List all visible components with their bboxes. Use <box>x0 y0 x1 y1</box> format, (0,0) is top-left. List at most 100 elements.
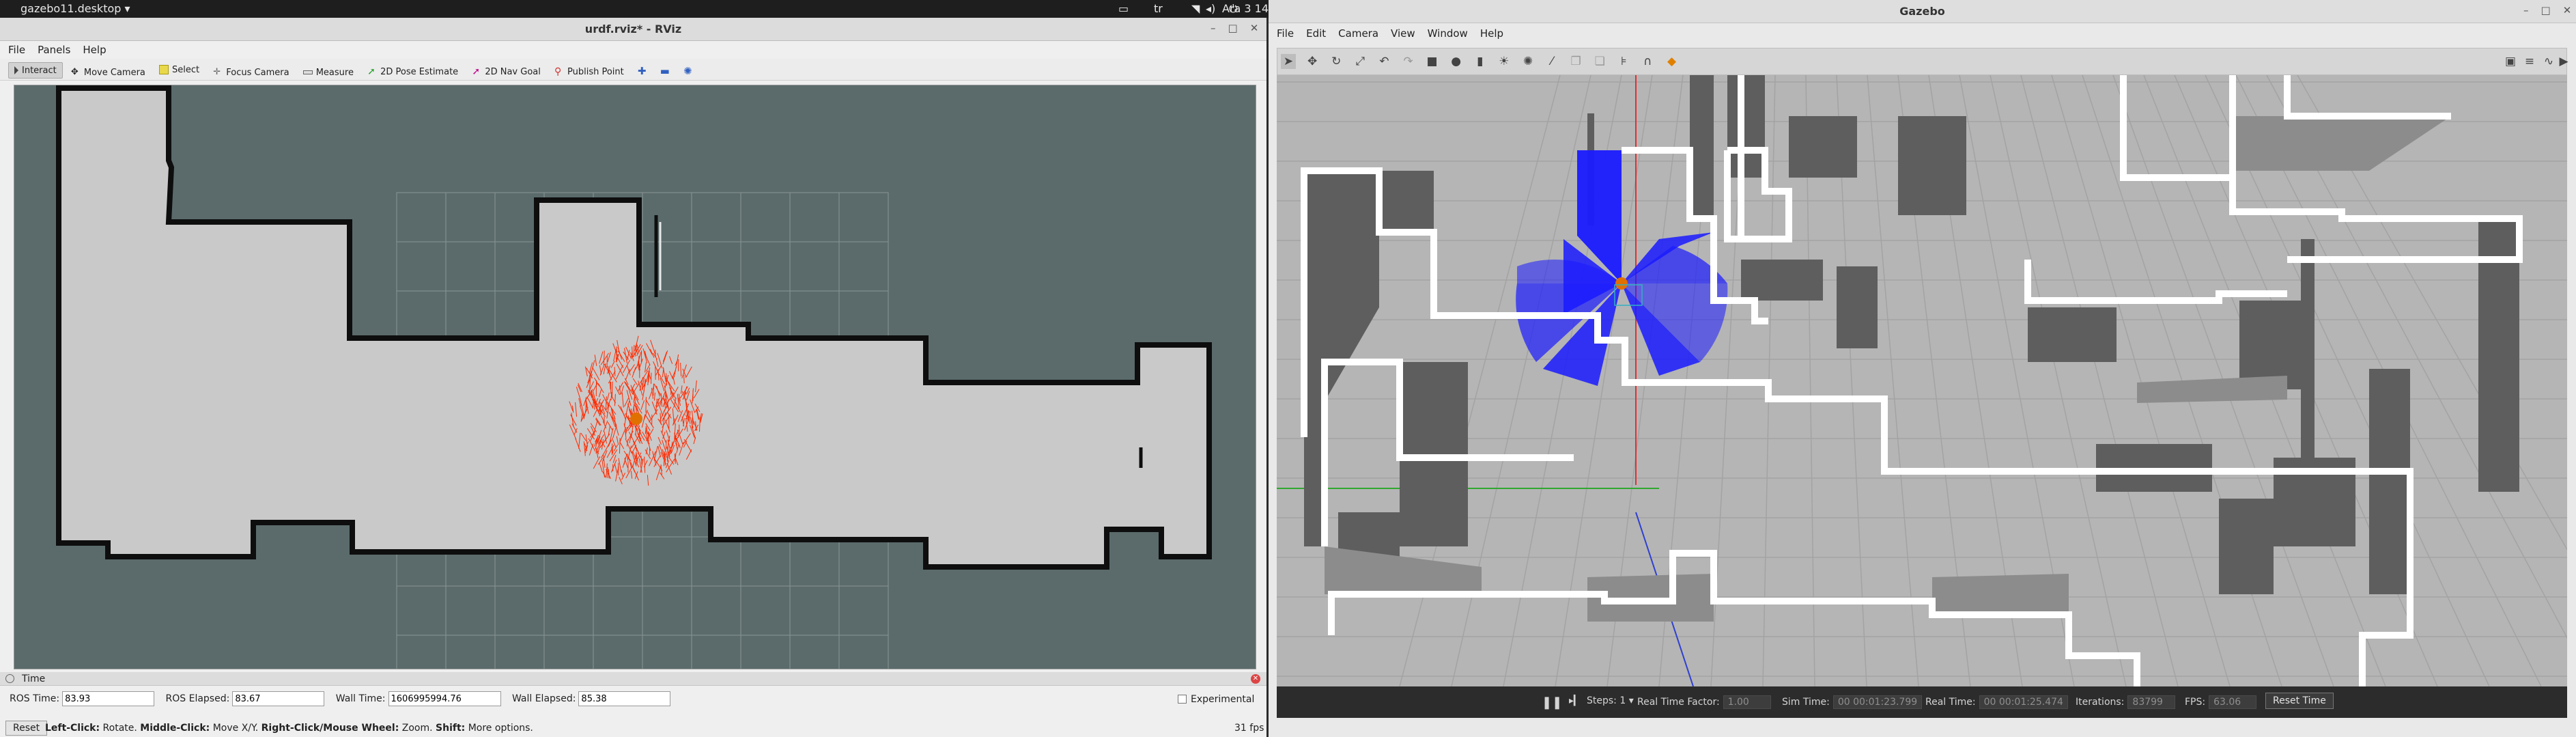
tool-label: 2D Nav Goal <box>485 66 541 77</box>
select-icon <box>159 65 169 74</box>
steps-control[interactable]: Steps: 1 ▾ <box>1587 695 1634 706</box>
rotate-icon[interactable]: ↻ <box>1329 54 1344 69</box>
tool-interact[interactable]: Interact <box>8 62 63 79</box>
wall-time-field[interactable] <box>388 691 501 706</box>
reset-button[interactable]: Reset <box>5 721 48 736</box>
copy-icon[interactable]: ❐ <box>1568 54 1583 69</box>
goal-arrow-icon: ➚ <box>472 66 481 77</box>
spot-light-icon[interactable]: ✺ <box>1520 54 1535 69</box>
close-icon[interactable]: ✕ <box>1250 22 1259 34</box>
pose-arrow-icon: ➚ <box>367 66 376 77</box>
maximize-icon[interactable]: □ <box>2541 4 2551 16</box>
rtf-label: Real Time Factor: <box>1637 697 1720 708</box>
panel-icon <box>5 674 14 683</box>
point-light-icon[interactable]: ☀ <box>1497 54 1512 69</box>
minimize-icon[interactable]: – <box>1211 22 1216 34</box>
close-panel-icon[interactable]: ✕ <box>1251 674 1260 684</box>
screenshot-icon[interactable]: ▣ <box>2503 54 2518 69</box>
translate-icon[interactable]: ✥ <box>1305 54 1320 69</box>
occupancy-map <box>56 85 1212 669</box>
robot-model <box>1615 277 1628 290</box>
paste-icon[interactable]: ❏ <box>1592 54 1607 69</box>
app-name: gazebo11.desktop <box>20 2 122 15</box>
tool-move-camera[interactable]: ✥ Move Camera <box>66 64 151 81</box>
keyboard-layout[interactable]: tr <box>1154 2 1163 15</box>
volume-icon[interactable]: ◂) <box>1206 2 1215 15</box>
sphere-shape-icon[interactable]: ● <box>1449 54 1464 69</box>
ros-time-field[interactable] <box>62 691 155 706</box>
scale-icon[interactable]: ⤢ <box>1353 54 1368 69</box>
close-icon[interactable]: ✕ <box>2563 4 2572 16</box>
tool-focus-camera[interactable]: ✛ Focus Camera <box>208 64 294 81</box>
pause-icon[interactable]: ❚❚ <box>1542 695 1562 710</box>
menu-panels[interactable]: Panels <box>29 41 74 56</box>
minimize-icon[interactable]: – <box>2523 4 2529 16</box>
plot-icon[interactable]: ∿ <box>2541 54 2556 69</box>
power-icon[interactable]: ⏻ <box>1229 2 1238 16</box>
rviz-3d-view[interactable] <box>14 85 1256 669</box>
tool-publish-point[interactable]: ⚲ Publish Point <box>549 64 629 80</box>
tool-label: Measure <box>315 67 354 78</box>
menu-camera[interactable]: Camera <box>1330 25 1383 40</box>
gazebo-3d-scene[interactable] <box>1277 75 2567 686</box>
box-shape-icon[interactable]: ■ <box>1425 54 1440 69</box>
change-view-icon[interactable]: ◆ <box>1665 54 1680 69</box>
tool-2d-nav-goal[interactable]: ➚ 2D Nav Goal <box>466 64 546 80</box>
fps-readout: 31 fps <box>1234 723 1264 734</box>
experimental-checkbox[interactable]: Experimental <box>1178 694 1254 705</box>
cursor-icon <box>14 66 18 74</box>
tool-measure[interactable]: Measure <box>298 64 359 81</box>
wall-elapsed-label: Wall Elapsed: <box>511 693 576 704</box>
wall-elapsed-field[interactable] <box>578 691 671 706</box>
app-menu[interactable]: gazebo11.desktop ▾ <box>20 2 130 15</box>
select-mode-icon[interactable]: ➤ <box>1281 54 1296 69</box>
iterations-label: Iterations: <box>2076 697 2125 708</box>
remove-tool-button[interactable]: ▬ <box>655 63 675 79</box>
log-icon[interactable]: ≡ <box>2522 54 2537 69</box>
snap-icon[interactable]: ∩ <box>1640 54 1655 69</box>
tool-label: Focus Camera <box>226 67 289 78</box>
help-text: Left-Click: Rotate. Middle-Click: Move X… <box>45 723 533 734</box>
add-tool-button[interactable]: ✚ <box>632 63 652 79</box>
menu-view[interactable]: View <box>1383 25 1419 40</box>
pin-icon: ⚲ <box>554 66 562 77</box>
menu-window[interactable]: Window <box>1419 25 1472 40</box>
rviz-title: urdf.rviz* - RViz <box>584 23 682 36</box>
help-key: Right-Click/Mouse Wheel: <box>261 723 399 734</box>
gazebo-toolbar: ➤ ✥ ↻ ⤢ ↶ ↷ ■ ● ▮ ☀ ✺ ⁄ ❐ ❏ ⊧ ∩ ◆ ▣ ≡ ∿ … <box>1277 48 2568 75</box>
step-icon[interactable]: ▸▎ <box>1569 695 1581 706</box>
experimental-label: Experimental <box>1191 694 1255 705</box>
real-time-label: Real Time: <box>1925 697 1976 708</box>
steps-label: Steps: <box>1587 695 1617 706</box>
menu-file[interactable]: File <box>1269 25 1298 40</box>
menu-file[interactable]: File <box>0 41 29 56</box>
gazebo-window-controls: – □ ✕ <box>2511 4 2571 16</box>
maximize-icon[interactable]: □ <box>1228 22 1238 34</box>
menu-help[interactable]: Help <box>1472 25 1508 40</box>
cylinder-shape-icon[interactable]: ▮ <box>1473 54 1488 69</box>
redo-icon[interactable]: ↷ <box>1400 54 1415 69</box>
directional-light-icon[interactable]: ⁄ <box>1544 54 1559 69</box>
tool-label: Move Camera <box>83 67 145 78</box>
video-icon[interactable]: ▶ <box>2556 54 2571 69</box>
tool-label: Publish Point <box>567 66 624 77</box>
tool-2d-pose-estimate[interactable]: ➚ 2D Pose Estimate <box>362 64 464 80</box>
wall-time-label: Wall Time: <box>335 693 386 704</box>
tool-select[interactable]: Select <box>154 61 205 78</box>
rtf-readout: Real Time Factor: 1.00 <box>1637 695 1771 709</box>
undo-icon[interactable]: ↶ <box>1376 54 1391 69</box>
menu-help[interactable]: Help <box>74 41 110 56</box>
real-time-value: 00 00:01:25.474 <box>1979 695 2068 709</box>
move-camera-icon: ✥ <box>70 67 79 77</box>
rtf-value: 1.00 <box>1723 695 1771 709</box>
help-key: Left-Click: <box>45 723 100 734</box>
time-panel: Time ✕ ROS Time: ROS Elapsed: Wall Time:… <box>0 672 1266 737</box>
help-value: Move X/Y. <box>210 723 261 734</box>
time-panel-header: Time ✕ <box>0 672 1266 686</box>
reset-time-button[interactable]: Reset Time <box>2265 693 2334 709</box>
network-icon[interactable]: ◥ <box>1191 2 1200 15</box>
align-icon[interactable]: ⊧ <box>1616 54 1631 69</box>
menu-edit[interactable]: Edit <box>1298 25 1330 40</box>
tool-properties-button[interactable]: ✺ <box>678 63 698 79</box>
ros-elapsed-field[interactable] <box>232 691 325 706</box>
